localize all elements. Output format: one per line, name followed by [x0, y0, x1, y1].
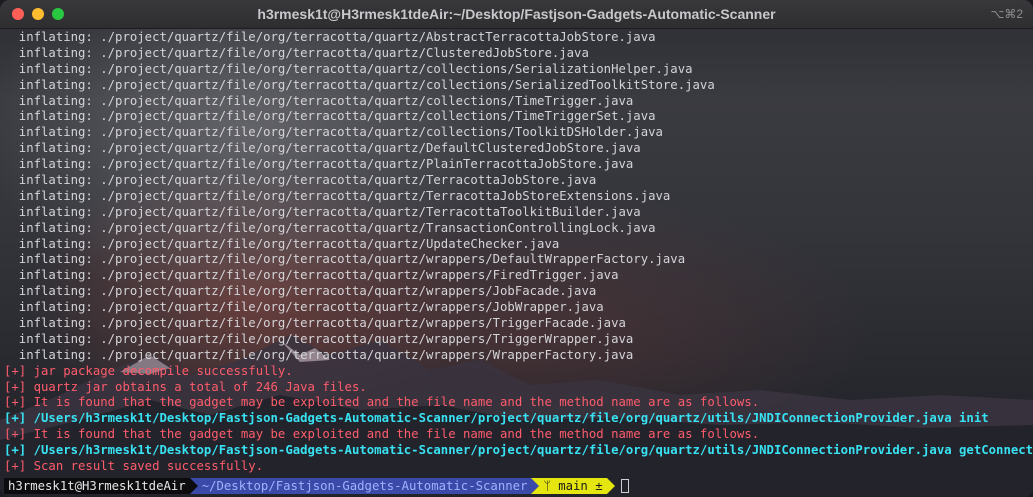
- terminal-line: inflating: ./project/quartz/file/org/ter…: [4, 30, 656, 44]
- terminal-line: inflating: ./project/quartz/file/org/ter…: [4, 109, 656, 124]
- title-bar: h3rmesk1t@H3rmesk1tdeAir:~/Desktop/Fastj…: [0, 0, 1033, 29]
- window-shortcut: ⌥⌘2: [990, 7, 1023, 21]
- terminal-line: [+] jar package decompile successfully.: [4, 363, 293, 378]
- terminal-cursor[interactable]: [620, 479, 629, 493]
- prompt-separator: [606, 478, 615, 494]
- terminal-output[interactable]: inflating: ./project/quartz/file/org/ter…: [4, 30, 1033, 475]
- terminal-line: inflating: ./project/quartz/file/org/ter…: [4, 284, 597, 299]
- terminal-line: inflating: ./project/quartz/file/org/ter…: [4, 252, 686, 267]
- terminal-line: inflating: ./project/quartz/file/org/ter…: [4, 331, 634, 346]
- prompt-git-branch: ᛘ main ±: [539, 478, 607, 494]
- window-title: h3rmesk1t@H3rmesk1tdeAir:~/Desktop/Fastj…: [257, 6, 776, 22]
- terminal-line: inflating: ./project/quartz/file/org/ter…: [4, 77, 715, 92]
- terminal-line: inflating: ./project/quartz/file/org/ter…: [4, 125, 663, 140]
- terminal-line: inflating: ./project/quartz/file/org/ter…: [4, 204, 641, 219]
- shell-prompt: h3rmesk1t@H3rmesk1tdeAir ~/Desktop/Fastj…: [4, 478, 629, 494]
- terminal-line: inflating: ./project/quartz/file/org/ter…: [4, 347, 634, 362]
- terminal-line: inflating: ./project/quartz/file/org/ter…: [4, 45, 589, 60]
- terminal-line: [+] /Users/h3rmesk1t/Desktop/Fastjson-Ga…: [4, 411, 989, 426]
- terminal-line: [+] /Users/h3rmesk1t/Desktop/Fastjson-Ga…: [4, 443, 1033, 458]
- terminal-line: inflating: ./project/quartz/file/org/ter…: [4, 173, 597, 188]
- terminal-line: inflating: ./project/quartz/file/org/ter…: [4, 93, 634, 108]
- terminal-line: inflating: ./project/quartz/file/org/ter…: [4, 236, 560, 251]
- terminal-line: [+] quartz jar obtains a total of 246 Ja…: [4, 379, 367, 394]
- terminal-line: [+] Scan result saved successfully.: [4, 459, 264, 474]
- terminal-line: [+] It is found that the gadget may be e…: [4, 395, 760, 410]
- terminal-line: inflating: ./project/quartz/file/org/ter…: [4, 300, 604, 315]
- terminal-window: h3rmesk1t@H3rmesk1tdeAir:~/Desktop/Fastj…: [0, 0, 1033, 497]
- prompt-user-host: h3rmesk1t@H3rmesk1tdeAir: [4, 478, 190, 494]
- terminal-line: [+] It is found that the gadget may be e…: [4, 427, 760, 442]
- prompt-separator: [189, 478, 198, 494]
- terminal-line: inflating: ./project/quartz/file/org/ter…: [4, 61, 693, 76]
- prompt-separator: [531, 478, 540, 494]
- terminal-line: inflating: ./project/quartz/file/org/ter…: [4, 188, 671, 203]
- terminal-line: inflating: ./project/quartz/file/org/ter…: [4, 268, 619, 283]
- terminal-line: inflating: ./project/quartz/file/org/ter…: [4, 220, 656, 235]
- terminal-line: inflating: ./project/quartz/file/org/ter…: [4, 157, 634, 172]
- prompt-cwd: ~/Desktop/Fastjson-Gadgets-Automatic-Sca…: [197, 478, 532, 494]
- terminal-line: inflating: ./project/quartz/file/org/ter…: [4, 316, 626, 331]
- terminal-line: inflating: ./project/quartz/file/org/ter…: [4, 141, 641, 156]
